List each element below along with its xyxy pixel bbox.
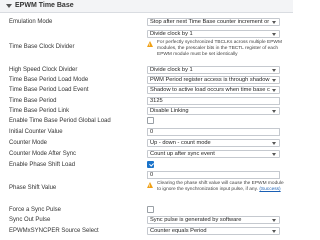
initial-counter-input[interactable]: 0 bbox=[147, 128, 280, 136]
section-title: EPWM Time Base bbox=[15, 2, 74, 9]
chevron-down-icon bbox=[272, 219, 276, 222]
global-load-label: Enable Time Base Period Global Load bbox=[9, 118, 111, 124]
global-load-checkbox[interactable] bbox=[147, 117, 154, 124]
chevron-down-icon bbox=[272, 153, 276, 156]
clock-divider-warning: For perfectly synchronized TBCLKs across… bbox=[147, 40, 287, 60]
chevron-down-icon bbox=[272, 69, 276, 72]
period-input[interactable]: 3125 bbox=[147, 97, 280, 105]
chevron-down-icon bbox=[272, 142, 276, 145]
warning-icon bbox=[147, 41, 153, 47]
mode-after-sync-select[interactable]: Count up after sync event bbox=[147, 150, 280, 158]
epwm-time-base-panel: EPWM Time Base Emulation Mode Stop after… bbox=[0, 0, 293, 240]
period-load-event-label: Time Base Period Load Event bbox=[9, 87, 89, 93]
force-sync-label: Force a Sync Pulse bbox=[9, 207, 62, 213]
phase-shift-value-label: Phase Shift Value bbox=[9, 185, 57, 191]
emulation-mode-label: Emulation Mode bbox=[9, 19, 53, 25]
period-load-event-select[interactable]: Shadow to active load occurs when time b… bbox=[147, 86, 280, 94]
chevron-down-icon bbox=[272, 21, 276, 24]
chevron-down-icon bbox=[272, 89, 276, 92]
period-load-mode-label: Time Base Period Load Mode bbox=[9, 77, 89, 83]
warning-icon bbox=[147, 182, 153, 188]
period-link-label: Time Base Period Link bbox=[9, 108, 70, 114]
syncper-source-select[interactable]: Counter equals Period bbox=[147, 227, 280, 235]
clock-divider-label: Time Base Clock Divider bbox=[9, 44, 75, 50]
hs-clock-divider-label: High Speed Clock Divider bbox=[9, 67, 78, 73]
mode-after-sync-label: Counter Mode After Sync bbox=[9, 151, 77, 157]
chevron-down-icon bbox=[272, 110, 276, 113]
initial-counter-label: Initial Counter Value bbox=[9, 129, 63, 135]
phase-shift-load-checkbox[interactable] bbox=[147, 161, 154, 168]
syncper-source-label: EPWMxSYNCPER Source Select bbox=[9, 228, 99, 234]
phase-shift-value-input[interactable]: 0 bbox=[147, 171, 280, 179]
chevron-down-icon[interactable] bbox=[6, 4, 12, 8]
phase-shift-load-label: Enable Phase Shift Load bbox=[9, 162, 76, 168]
chevron-down-icon bbox=[272, 230, 276, 233]
counter-mode-label: Counter Mode bbox=[9, 140, 48, 146]
period-load-mode-select[interactable]: PWM Period register access is through sh… bbox=[147, 76, 280, 84]
clock-divider-select[interactable]: Divide clock by 1 bbox=[147, 30, 280, 38]
sync-out-label: Sync Out Pulse bbox=[9, 217, 51, 223]
hs-clock-divider-select[interactable]: Divide clock by 1 bbox=[147, 66, 280, 74]
chevron-down-icon bbox=[272, 79, 276, 82]
emulation-mode-select[interactable]: Stop after next Time Base counter increm… bbox=[147, 18, 280, 26]
period-label: Time Base Period bbox=[9, 98, 57, 104]
counter-mode-select[interactable]: Up - down - count mode bbox=[147, 139, 280, 147]
phase-shift-warning: Clearing the phase shift value will caus… bbox=[147, 181, 287, 201]
sync-out-select[interactable]: Sync pulse is generated by software bbox=[147, 216, 280, 224]
chevron-down-icon bbox=[272, 33, 276, 36]
force-sync-checkbox[interactable] bbox=[147, 206, 154, 213]
period-link-select[interactable]: Disable Linking bbox=[147, 107, 280, 115]
success-link[interactable]: (Success) bbox=[259, 187, 280, 192]
section-header[interactable]: EPWM Time Base bbox=[0, 0, 293, 13]
